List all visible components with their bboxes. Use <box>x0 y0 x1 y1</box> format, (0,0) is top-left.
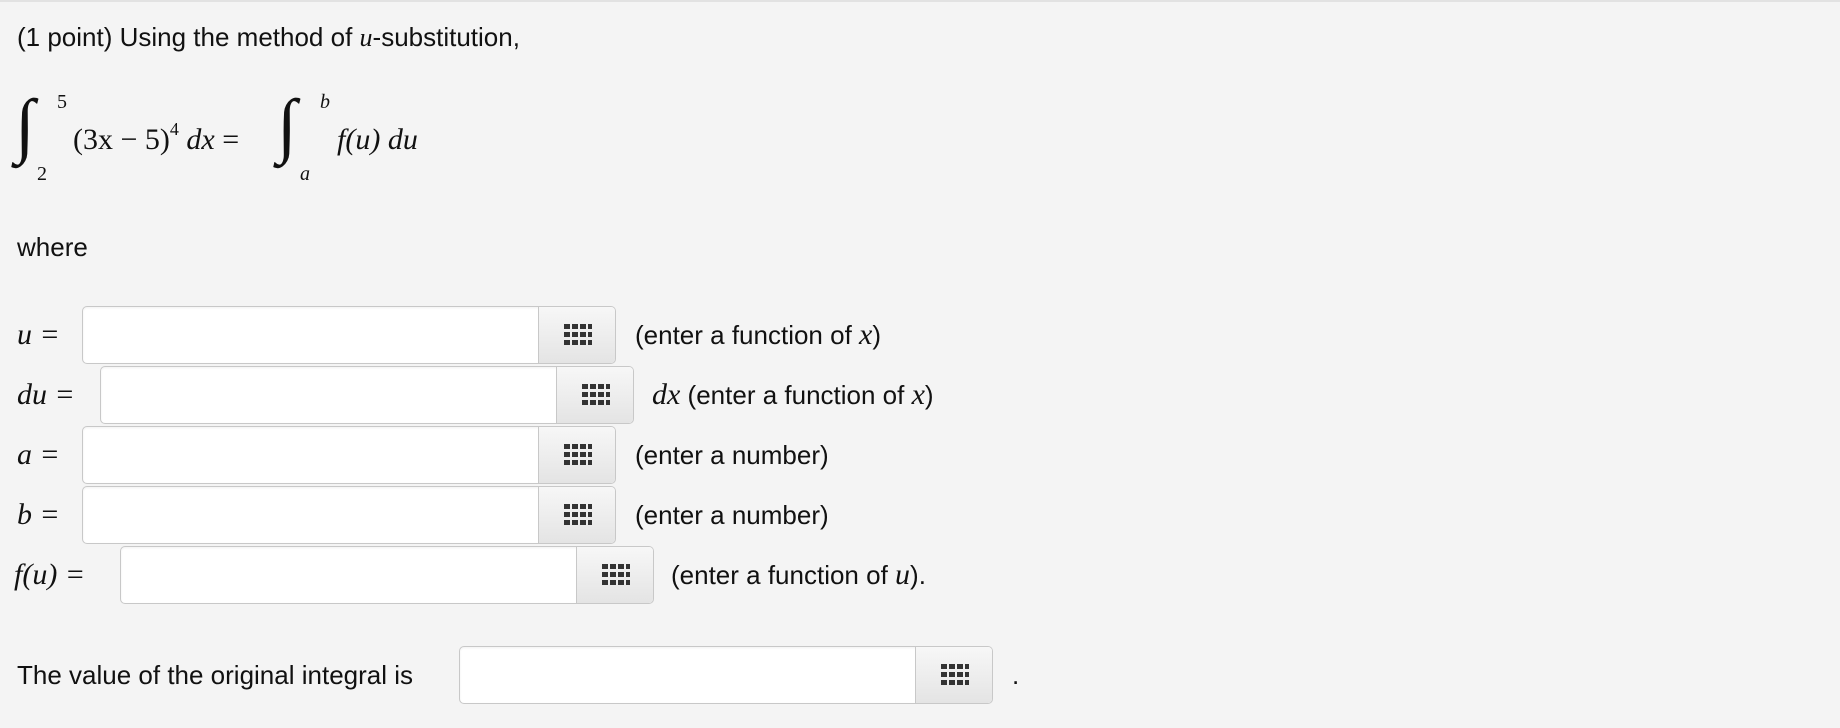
row-final: The value of the original integral is . <box>0 646 1100 704</box>
b-label: b = <box>17 498 60 531</box>
u-hint: (enter a function of x) <box>635 318 882 351</box>
rhs-integrand-text: f(u) du <box>337 123 418 156</box>
row-u: u = (enter a function of x) <box>0 306 1000 364</box>
rhs-upper-limit: b <box>320 91 330 113</box>
rhs-integral-sign: ∫ <box>277 85 297 165</box>
equation-palette-icon <box>582 384 610 405</box>
du-input[interactable] <box>101 367 556 423</box>
problem-intro: (1 point) Using the method of u-substitu… <box>17 22 520 53</box>
fu-label: f(u) = <box>14 558 86 591</box>
b-hint: (enter a number) <box>635 500 829 530</box>
du-hint: dx (enter a function of x) <box>652 378 934 411</box>
a-answer-box <box>82 426 616 484</box>
rhs-integrand: f(u) du <box>337 123 418 157</box>
final-question-text: The value of the original integral is <box>17 660 414 690</box>
equation-palette-icon <box>564 444 592 465</box>
equation-palette-icon <box>564 504 592 525</box>
intro-prefix: (1 point) Using the method of <box>17 22 360 52</box>
a-hint: (enter a number) <box>635 440 829 470</box>
u-answer-box <box>82 306 616 364</box>
u-palette-button[interactable] <box>538 307 615 363</box>
b-palette-button[interactable] <box>538 487 615 543</box>
lhs-differential: dx <box>186 123 215 156</box>
b-input[interactable] <box>83 487 538 543</box>
final-answer-box <box>459 646 993 704</box>
b-answer-box <box>82 486 616 544</box>
lhs-base: (3x − 5) <box>73 123 170 156</box>
u-label: u = <box>17 318 60 351</box>
final-input[interactable] <box>460 647 915 703</box>
a-input[interactable] <box>83 427 538 483</box>
du-palette-button[interactable] <box>556 367 633 423</box>
equation-palette-icon <box>602 564 630 585</box>
intro-suffix: -substitution, <box>372 22 520 52</box>
row-fu: f(u) = (enter a function of u). <box>0 546 1000 604</box>
row-b: b = (enter a number) <box>0 486 1000 544</box>
final-period: . <box>1012 660 1020 690</box>
top-divider <box>0 0 1840 2</box>
fu-palette-button[interactable] <box>576 547 653 603</box>
lhs-integrand: (3x − 5)4 dx = <box>73 120 240 157</box>
row-a: a = (enter a number) <box>0 426 1000 484</box>
final-palette-button[interactable] <box>915 647 992 703</box>
du-label: du = <box>17 378 75 411</box>
lhs-lower-limit: 2 <box>37 163 47 185</box>
equals-sign: = <box>222 123 240 156</box>
a-palette-button[interactable] <box>538 427 615 483</box>
fu-answer-box <box>120 546 654 604</box>
integral-equation: ∫ 5 2 (3x − 5)4 dx = ∫ b a f(u) du <box>15 89 515 190</box>
lhs-integral-sign: ∫ <box>15 85 35 165</box>
lhs-upper-limit: 5 <box>57 91 67 113</box>
a-label: a = <box>17 438 60 471</box>
equation-palette-icon <box>564 324 592 345</box>
fu-hint: (enter a function of u). <box>671 558 926 591</box>
row-du: du = dx (enter a function of x) <box>0 366 1000 424</box>
fu-input[interactable] <box>121 547 576 603</box>
u-input[interactable] <box>83 307 538 363</box>
rhs-lower-limit: a <box>300 163 310 185</box>
du-answer-box <box>100 366 634 424</box>
intro-u-variable: u <box>359 23 373 52</box>
where-text: where <box>17 232 88 262</box>
lhs-exponent: 4 <box>169 119 179 139</box>
equation-palette-icon <box>941 664 969 685</box>
